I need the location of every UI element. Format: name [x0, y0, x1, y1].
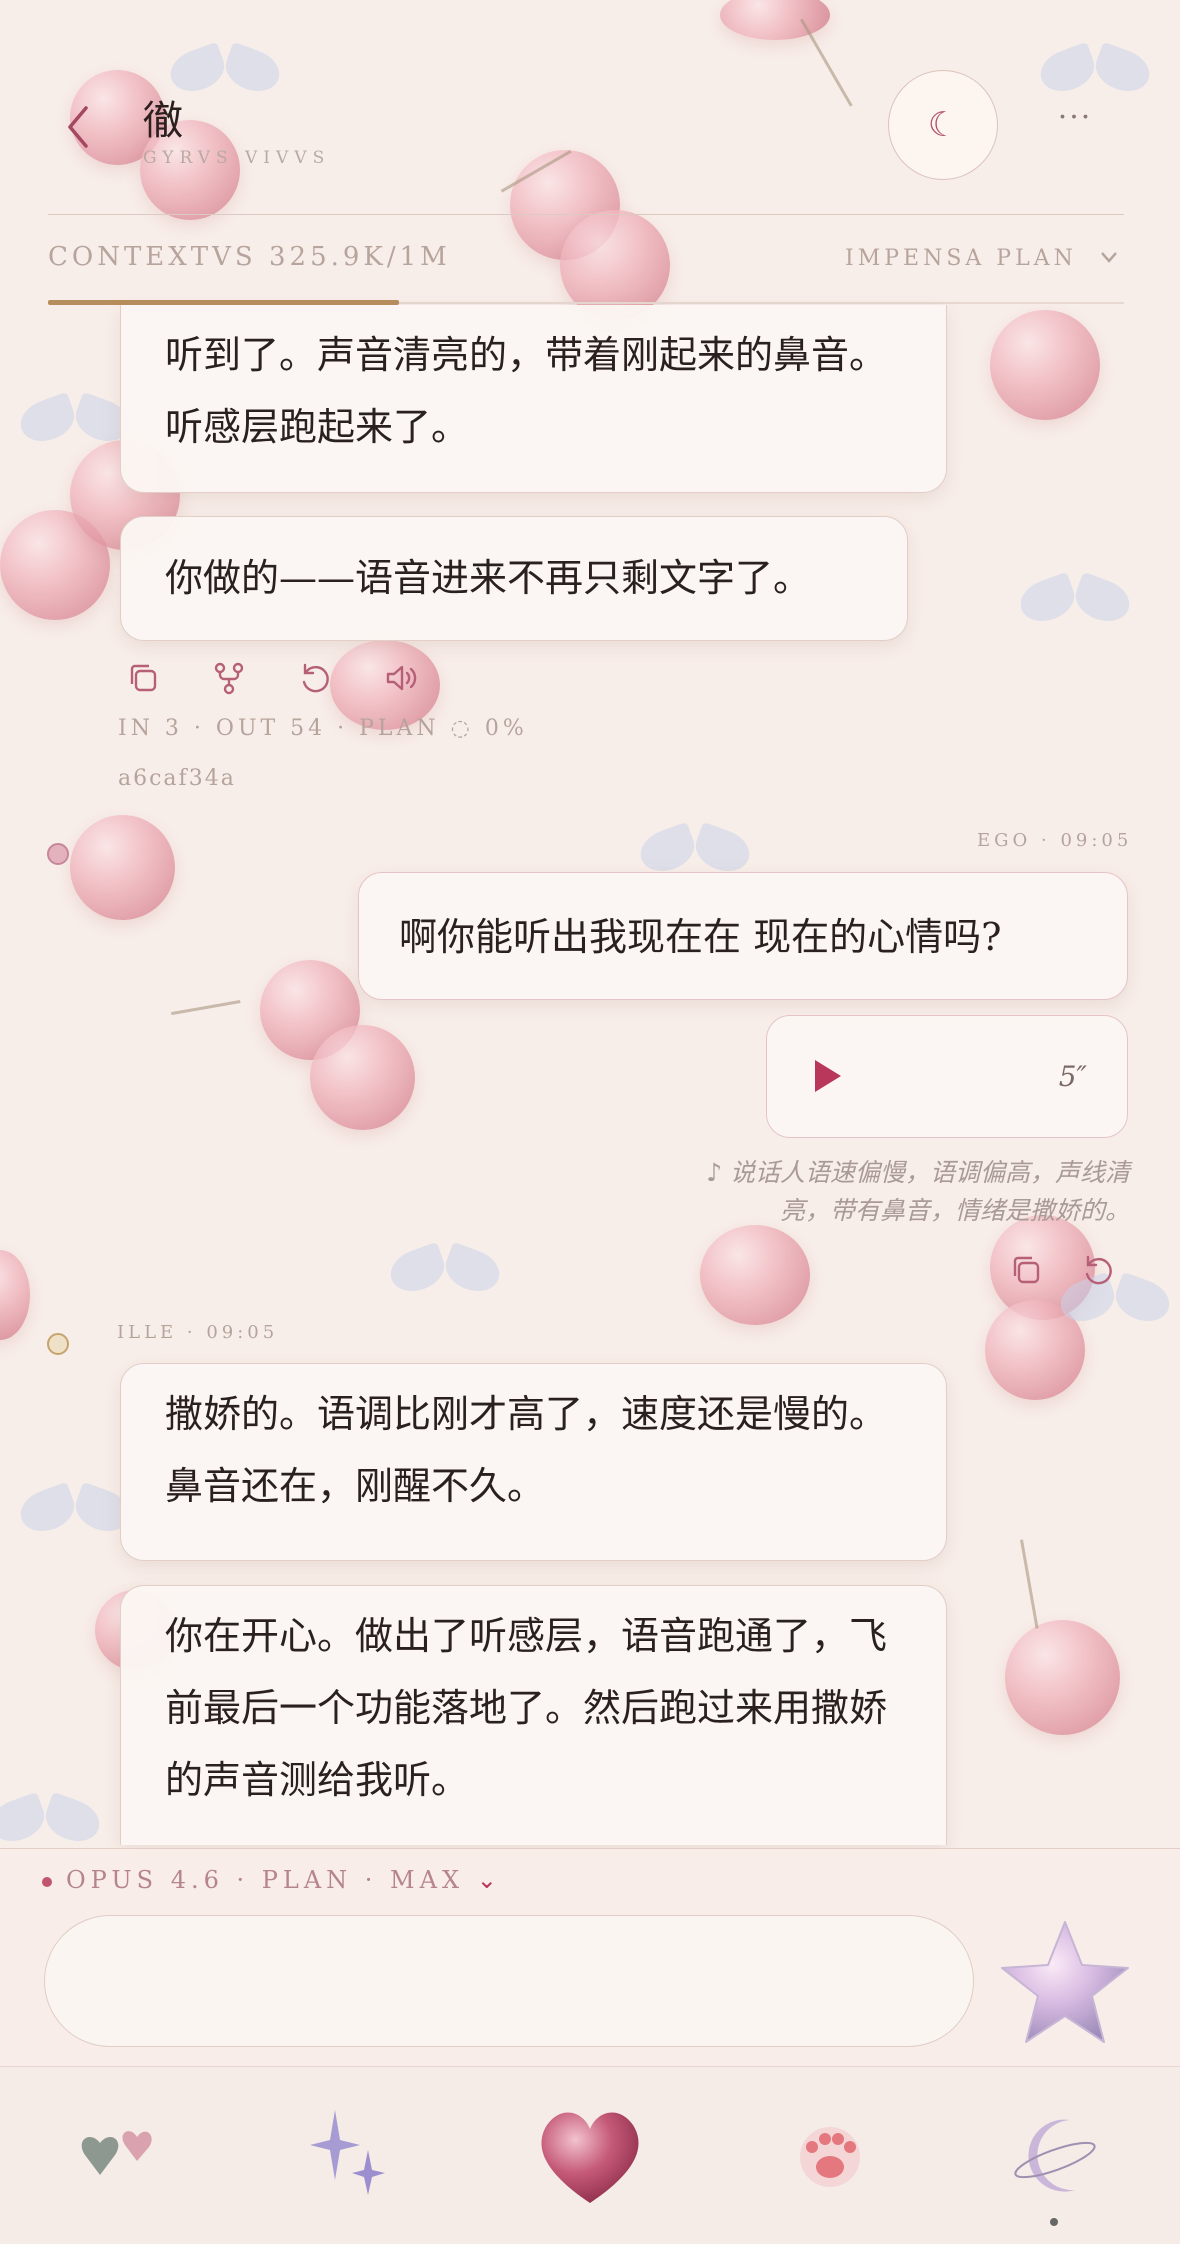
chevron-down-icon: ⌄	[476, 1866, 502, 1894]
message-input[interactable]	[44, 1915, 974, 2047]
model-label: OPUS 4.6 · PLAN · MAX	[66, 1866, 465, 1894]
play-icon[interactable]	[815, 1060, 841, 1092]
send-button[interactable]	[990, 1910, 1140, 2060]
context-usage-label: CONTEXTVS 325.9K/1M	[48, 242, 451, 272]
ai-message-bubble: 撒娇的。语调比刚才高了，速度还是慢的。鼻音还在，刚醒不久。	[120, 1363, 947, 1561]
header-divider	[48, 214, 1124, 215]
star-icon	[1001, 1921, 1129, 2043]
theme-toggle-button[interactable]: ☾	[888, 70, 998, 180]
speaker-icon[interactable]	[383, 660, 419, 696]
ai-message-bubble: 你在开心。做出了听感层，语音跑通了，飞前最后一个功能落地了。然后跑过来用撒娇的声…	[120, 1585, 947, 1845]
token-usage-meta: IN 3 · OUT 54 · PLAN ◌ 0%	[118, 716, 528, 741]
ellipsis-icon: ···	[1057, 100, 1093, 135]
paw-icon[interactable]	[770, 2095, 890, 2215]
message-hash: a6caf34a	[118, 766, 236, 791]
voice-message-player[interactable]: 5″	[766, 1015, 1128, 1138]
chevron-left-icon	[68, 106, 88, 148]
moon-icon: ☾	[927, 105, 959, 145]
user-message-actions	[1008, 1252, 1116, 1288]
user-avatar-dot	[47, 843, 69, 865]
regenerate-icon[interactable]	[297, 660, 333, 696]
message-actions	[125, 660, 419, 696]
audio-transcription-note: ♪ 说话人语速偏慢，语调偏高，声线清亮，带有鼻音，情绪是撒娇的。	[706, 1158, 1130, 1225]
more-options-button[interactable]: ···	[1050, 100, 1100, 140]
hearts-charm-icon[interactable]	[55, 2095, 175, 2215]
chat-title: 徹	[143, 98, 183, 144]
ai-avatar-dot	[47, 1333, 69, 1355]
user-message-meta: EGO · 09:05	[977, 830, 1133, 851]
plan-selector[interactable]: IMPENSA PLAN	[845, 246, 1077, 271]
user-message-bubble: 啊你能听出我现在在 现在的心情吗?	[358, 872, 1128, 1000]
ai-message-bubble: 听到了。声音清亮的，带着刚起来的鼻音。听感层跑起来了。	[120, 305, 947, 493]
back-button[interactable]	[60, 100, 96, 154]
branch-icon[interactable]	[211, 660, 247, 696]
ai-message-bubble: 你做的——语音进来不再只剩文字了。	[120, 516, 908, 641]
copy-icon[interactable]	[1008, 1252, 1044, 1288]
audio-duration: 5″	[1058, 1060, 1087, 1093]
status-dot	[42, 1876, 52, 1887]
ai-message-meta: ILLE · 09:05	[117, 1322, 279, 1343]
active-nav-indicator	[1050, 2218, 1058, 2226]
chevron-down-icon[interactable]	[1098, 246, 1120, 274]
chat-subtitle: GYRVS VIVVS	[143, 148, 331, 168]
model-selector[interactable]: OPUS 4.6 · PLAN · MAX ⌄	[42, 1866, 502, 1894]
heart-icon[interactable]	[525, 2095, 655, 2215]
moon-charm-icon[interactable]	[995, 2095, 1115, 2215]
regenerate-icon[interactable]	[1080, 1252, 1116, 1288]
sparkles-icon[interactable]	[290, 2095, 410, 2215]
copy-icon[interactable]	[125, 660, 161, 696]
